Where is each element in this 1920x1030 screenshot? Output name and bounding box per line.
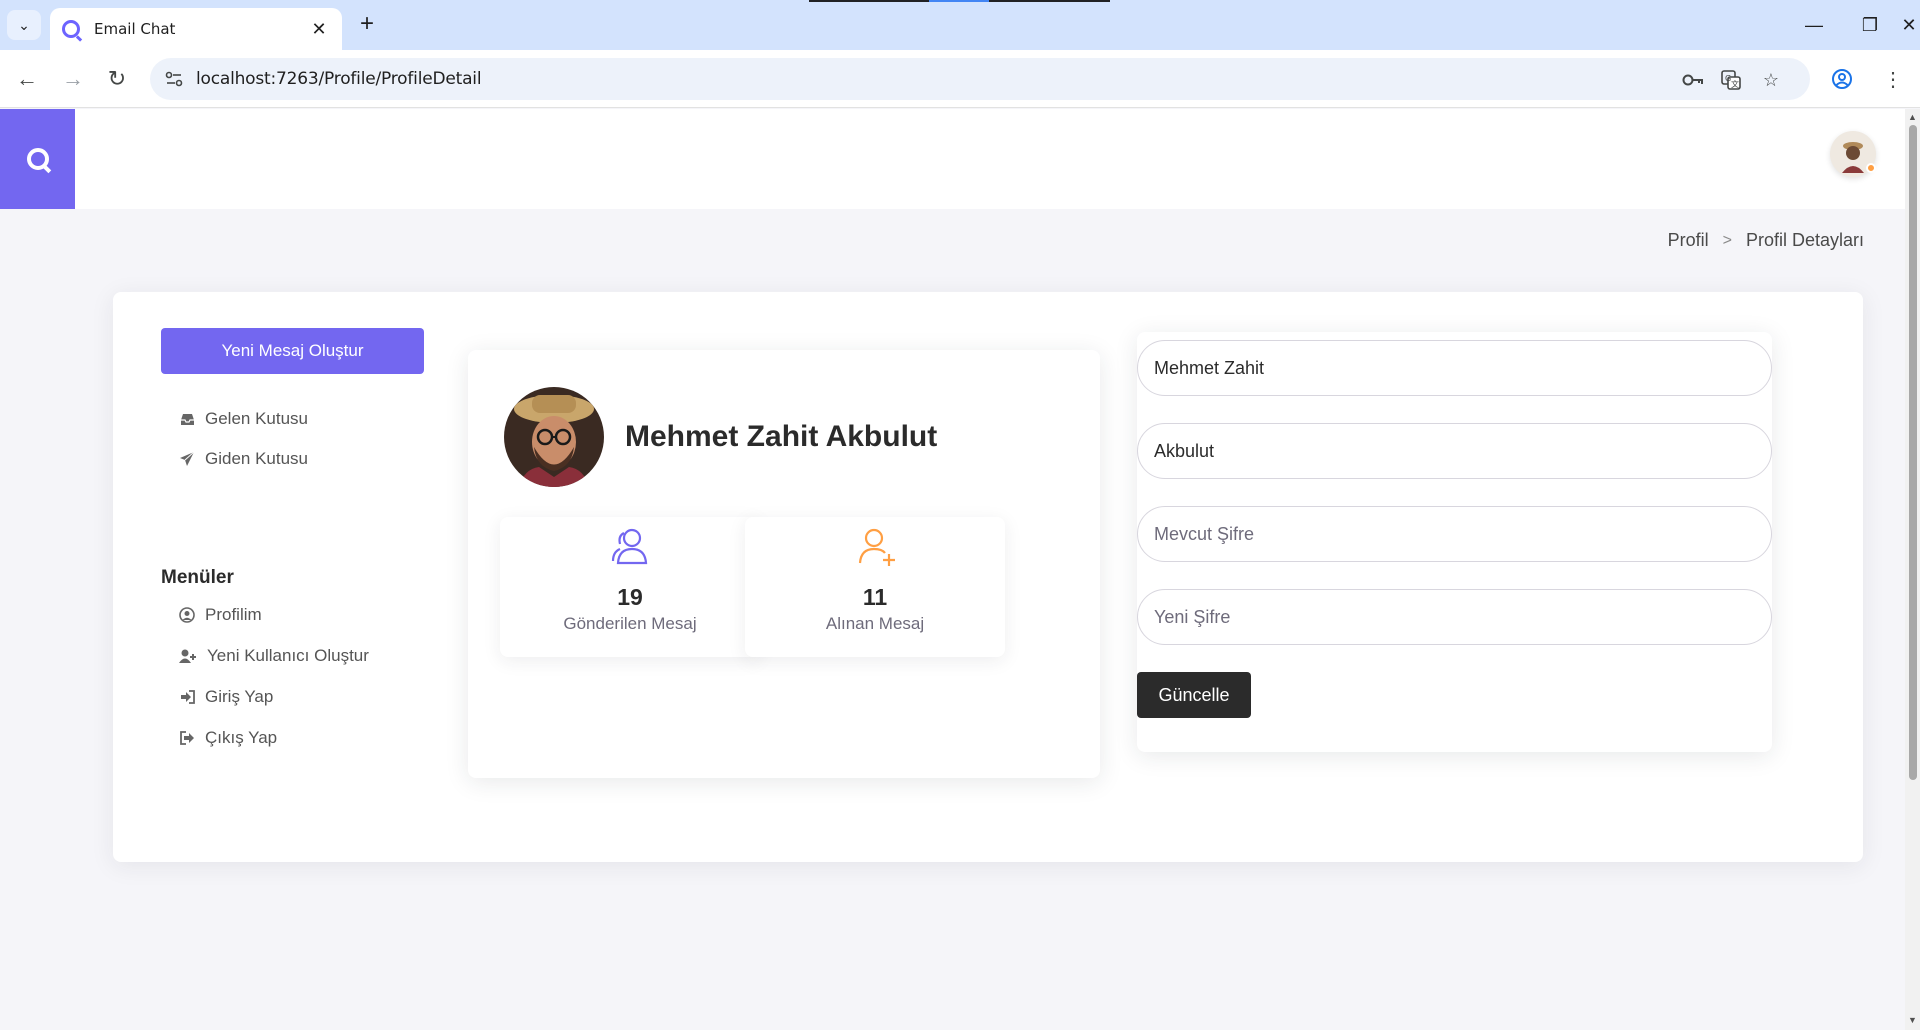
tab-search-button[interactable]: ⌄: [7, 10, 41, 40]
stat-sent-messages: 19 Gönderilen Mesaj: [500, 517, 760, 657]
site-info-icon[interactable]: [164, 69, 184, 89]
sidebar-item-label: Çıkış Yap: [205, 728, 278, 747]
current-password-input[interactable]: [1137, 506, 1772, 562]
scroll-down-arrow-icon[interactable]: ▼: [1908, 1015, 1917, 1025]
sidebar-item-label: Giriş Yap: [205, 687, 274, 706]
status-dot: [1866, 163, 1876, 173]
profile-card: Mehmet Zahit Akbulut 19 Gönderilen Mesaj: [468, 350, 1100, 778]
first-name-input[interactable]: [1137, 340, 1772, 396]
page-scrollbar[interactable]: ▲ ▼: [1905, 109, 1920, 1030]
update-button[interactable]: Güncelle: [1137, 672, 1251, 718]
chevron-right-icon: >: [1722, 231, 1732, 249]
minimize-button[interactable]: —: [1786, 10, 1842, 40]
header-user-avatar[interactable]: [1830, 131, 1876, 177]
scroll-up-arrow-icon[interactable]: ▲: [1908, 112, 1917, 122]
stat-label: Gönderilen Mesaj: [563, 614, 697, 633]
app-favicon-icon: [62, 20, 80, 38]
close-tab-icon[interactable]: ✕: [308, 19, 330, 40]
stat-value: 11: [862, 584, 888, 610]
password-key-icon[interactable]: [1680, 67, 1706, 93]
main-card: Yeni Mesaj Oluştur Gelen Kutusu Giden Ku…: [113, 292, 1863, 862]
app-logo[interactable]: [0, 109, 75, 209]
stat-value: 19: [617, 584, 643, 610]
browser-tab-active[interactable]: Email Chat ✕: [50, 8, 342, 50]
user-plus-icon: [179, 648, 197, 664]
stat-received-messages: 11 Alınan Mesaj: [745, 517, 1005, 657]
app-header: [0, 109, 1905, 209]
back-button[interactable]: ←: [10, 62, 44, 96]
bookmark-star-icon[interactable]: ☆: [1758, 67, 1784, 93]
sidebar-item-label: Yeni Kullanıcı Oluştur: [207, 646, 369, 665]
browser-toolbar: ← → ↻ localhost:7263/Profile/ProfileDeta…: [0, 50, 1920, 108]
translate-icon[interactable]: G文: [1718, 67, 1744, 93]
close-window-button[interactable]: ✕: [1898, 10, 1920, 40]
sidebar-item-outbox[interactable]: Giden Kutusu: [179, 446, 308, 472]
profile-account-icon[interactable]: [1825, 62, 1859, 96]
menu-heading: Menüler: [161, 567, 234, 588]
new-password-input[interactable]: [1137, 589, 1772, 645]
sign-out-icon: [179, 730, 195, 746]
loading-indicator: [809, 0, 1110, 2]
forward-button[interactable]: →: [56, 62, 90, 96]
sidebar-item-login[interactable]: Giriş Yap: [179, 684, 273, 710]
user-circle-icon: [179, 607, 195, 623]
stat-label: Alınan Mesaj: [825, 614, 925, 633]
new-tab-button[interactable]: +: [352, 10, 382, 40]
url-text: localhost:7263/Profile/ProfileDetail: [196, 69, 482, 89]
svg-text:文: 文: [1731, 79, 1739, 89]
sidebar-item-new-user[interactable]: Yeni Kullanıcı Oluştur: [179, 643, 369, 669]
sidebar-item-inbox[interactable]: Gelen Kutusu: [179, 406, 308, 432]
inbox-icon: [179, 411, 195, 427]
compose-message-button[interactable]: Yeni Mesaj Oluştur: [161, 328, 424, 374]
sidebar-item-label: Gelen Kutusu: [205, 409, 309, 428]
profile-avatar: [504, 387, 604, 487]
sidebar-item-label: Profilim: [205, 605, 262, 624]
user-add-icon: [858, 528, 895, 566]
tab-title: Email Chat: [94, 20, 176, 38]
browser-menu-icon[interactable]: ⋮: [1876, 62, 1910, 96]
last-name-input[interactable]: [1137, 423, 1772, 479]
users-icon: [611, 528, 648, 565]
breadcrumb: Profil > Profil Detayları: [1668, 230, 1864, 251]
chevron-down-icon: ⌄: [18, 16, 30, 33]
sign-in-icon: [179, 689, 195, 705]
app-page: Profil > Profil Detayları Yeni Mesaj Olu…: [0, 109, 1905, 1030]
reload-button[interactable]: ↻: [100, 62, 134, 96]
scrollbar-thumb[interactable]: [1909, 125, 1917, 780]
profile-full-name: Mehmet Zahit Akbulut: [625, 420, 938, 453]
sidebar-item-logout[interactable]: Çıkış Yap: [179, 725, 277, 751]
breadcrumb-profile-link[interactable]: Profil: [1668, 230, 1709, 251]
sidebar-item-profile[interactable]: Profilim: [179, 602, 262, 628]
breadcrumb-current: Profil Detayları: [1745, 230, 1864, 250]
browser-tab-bar: ⌄ Email Chat ✕ + — ❐ ✕: [0, 0, 1920, 50]
address-bar[interactable]: localhost:7263/Profile/ProfileDetail G文 …: [150, 58, 1810, 100]
logo-q-icon: [26, 148, 49, 170]
paper-plane-icon: [179, 451, 195, 467]
restore-button[interactable]: ❐: [1842, 10, 1898, 40]
profile-update-form: Güncelle: [1137, 332, 1772, 752]
sidebar-item-label: Giden Kutusu: [205, 449, 309, 468]
